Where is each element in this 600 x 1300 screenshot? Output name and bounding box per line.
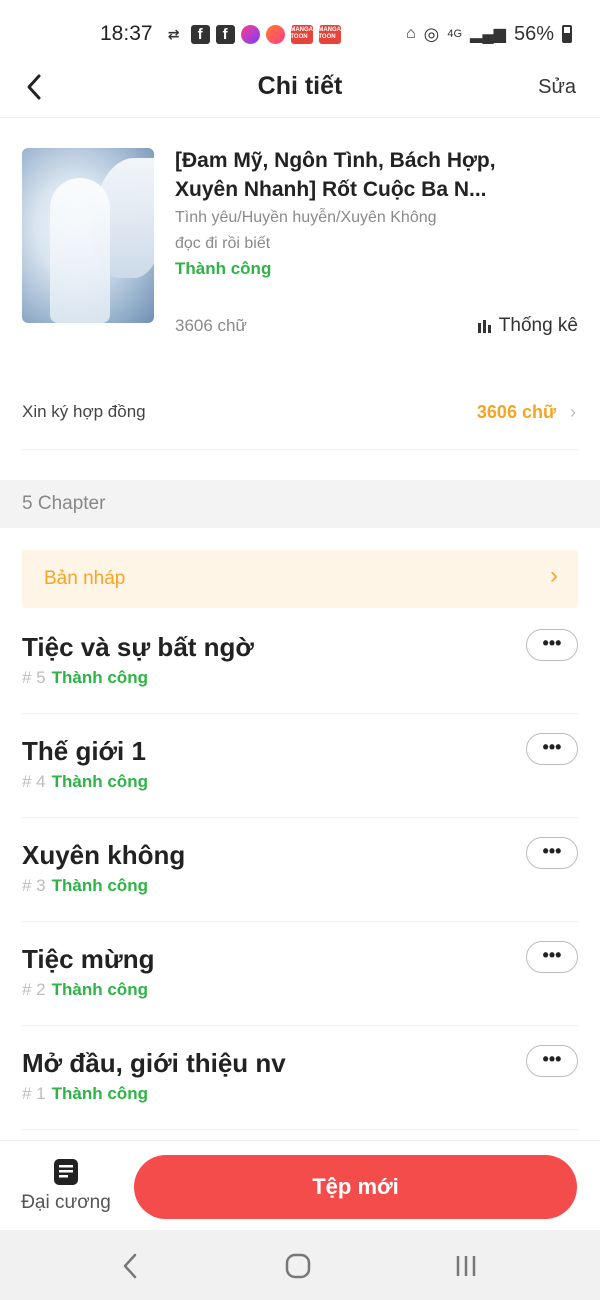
sync-icon: ⇄ bbox=[167, 25, 180, 42]
chapter-meta: # 2 Thành công bbox=[22, 980, 148, 1000]
chapter-status: Thành công bbox=[51, 772, 148, 791]
back-button[interactable] bbox=[20, 72, 50, 102]
more-options-button[interactable]: ••• bbox=[526, 1045, 578, 1077]
outline-label: Đại cương bbox=[21, 1192, 111, 1213]
draft-label: Bản nháp bbox=[44, 568, 126, 589]
nav-home-button[interactable] bbox=[268, 1250, 328, 1282]
nav-back-button[interactable] bbox=[100, 1250, 160, 1282]
chapter-title: Tiệc và sự bất ngờ bbox=[22, 632, 254, 662]
chapter-number: # 4 bbox=[22, 772, 46, 791]
chapter-title: Thế giới 1 bbox=[22, 736, 146, 766]
nav-back-icon bbox=[123, 1253, 137, 1279]
facebook-icon-2: f bbox=[215, 24, 235, 44]
app-icon-2 bbox=[265, 24, 285, 44]
battery-percent: 56% bbox=[513, 22, 554, 45]
book-description: đọc đi rồi biết bbox=[175, 235, 271, 252]
book-word-count: 3606 chữ bbox=[175, 316, 247, 335]
chapter-meta: # 4 Thành công bbox=[22, 772, 148, 792]
chapter-number: # 5 bbox=[22, 668, 46, 687]
system-nav-bar bbox=[0, 1230, 600, 1300]
more-options-button[interactable]: ••• bbox=[526, 837, 578, 869]
chapter-status: Thành công bbox=[51, 1084, 148, 1103]
mangatoon-icon-2: MANGA TOON bbox=[318, 24, 341, 44]
more-options-button[interactable]: ••• bbox=[526, 941, 578, 973]
facebook-icon: f bbox=[190, 24, 210, 44]
edit-button[interactable]: Sửa bbox=[538, 76, 576, 99]
network-label: 4G bbox=[447, 28, 463, 40]
header: Chi tiết Sửa bbox=[0, 68, 600, 118]
contract-label: Xin ký hợp đồng bbox=[22, 402, 146, 421]
bar-chart-icon bbox=[477, 319, 491, 333]
chapter-meta: # 1 Thành công bbox=[22, 1084, 148, 1104]
status-time: 18:37 bbox=[100, 22, 153, 45]
nav-recents-icon bbox=[456, 1256, 476, 1276]
mangatoon-icon: MANGA TOON bbox=[290, 24, 313, 44]
chapter-number: # 2 bbox=[22, 980, 46, 999]
chapter-item[interactable]: Thế giới 1 # 4 Thành công ••• bbox=[22, 714, 578, 818]
chapter-status: Thành công bbox=[51, 876, 148, 895]
more-options-button[interactable]: ••• bbox=[526, 733, 578, 765]
book-details: [Đam Mỹ, Ngôn Tình, Bách Hợp, Xuyên Nhan… bbox=[175, 146, 578, 279]
signal-icon: ▂▄▆ bbox=[470, 26, 506, 43]
nav-home-icon bbox=[285, 1253, 311, 1279]
chapter-title: Mở đầu, giới thiệu nv bbox=[22, 1048, 286, 1078]
outline-button[interactable]: Đại cương bbox=[20, 1155, 112, 1214]
nav-recents-button[interactable] bbox=[436, 1250, 496, 1282]
chapter-status: Thành công bbox=[51, 668, 148, 687]
stats-button[interactable]: Thống kê bbox=[477, 315, 578, 337]
cover-figure-art bbox=[50, 178, 110, 323]
chapter-count: 5 Chapter bbox=[22, 493, 106, 514]
chapter-title: Tiệc mừng bbox=[22, 944, 155, 974]
bottom-action-bar: Đại cương Tệp mới bbox=[0, 1140, 600, 1230]
chapter-status: Thành công bbox=[51, 980, 148, 999]
app-icon bbox=[240, 24, 260, 44]
stats-label: Thống kê bbox=[498, 315, 578, 336]
book-genre: Tình yêu/Huyền huyễn/Xuyên Không bbox=[175, 209, 437, 226]
chapter-section-header: 5 Chapter bbox=[0, 480, 600, 528]
document-icon bbox=[54, 1159, 78, 1185]
more-options-button[interactable]: ••• bbox=[526, 629, 578, 661]
chapter-meta: # 5 Thành công bbox=[22, 668, 148, 688]
book-info: [Đam Mỹ, Ngôn Tình, Bách Hợp, Xuyên Nhan… bbox=[22, 146, 578, 336]
chapter-item[interactable]: Tiệc và sự bất ngờ # 5 Thành công ••• bbox=[22, 610, 578, 714]
battery-icon bbox=[562, 25, 572, 43]
book-cover[interactable] bbox=[22, 148, 154, 323]
chapter-item[interactable]: Xuyên không # 3 Thành công ••• bbox=[22, 818, 578, 922]
status-bar: 18:37 ⇄ f f MANGA TOON MANGA TOON ⌂ ◎ 4G… bbox=[0, 0, 600, 68]
battery-saver-icon: ⌂ bbox=[405, 25, 416, 42]
page-title: Chi tiết bbox=[257, 72, 343, 100]
chevron-left-icon bbox=[27, 74, 41, 100]
status-right: ⌂ ◎ 4G ▂▄▆ 56% bbox=[406, 23, 572, 46]
chapter-item[interactable]: Tiệc mừng # 2 Thành công ••• bbox=[22, 922, 578, 1026]
new-chapter-button[interactable]: Tệp mới bbox=[134, 1155, 577, 1219]
book-title: [Đam Mỹ, Ngôn Tình, Bách Hợp, Xuyên Nhan… bbox=[175, 149, 496, 201]
notification-icons: ⇄ f f MANGA TOON MANGA TOON bbox=[163, 24, 341, 44]
contract-value: 3606 chữ bbox=[476, 402, 556, 422]
chapter-list: Tiệc và sự bất ngờ # 5 Thành công ••• Thế… bbox=[22, 610, 578, 1130]
chevron-right-icon: › bbox=[570, 402, 576, 422]
chapter-number: # 3 bbox=[22, 876, 46, 895]
chapter-number: # 1 bbox=[22, 1084, 46, 1103]
chapter-item[interactable]: Mở đầu, giới thiệu nv # 1 Thành công ••• bbox=[22, 1026, 578, 1130]
chevron-right-icon: › bbox=[550, 562, 558, 589]
draft-row[interactable]: Bản nháp › bbox=[22, 550, 578, 608]
chapter-title: Xuyên không bbox=[22, 840, 186, 870]
contract-row[interactable]: Xin ký hợp đồng 3606 chữ › bbox=[22, 388, 578, 450]
hotspot-icon: ◎ bbox=[423, 23, 440, 44]
chapter-meta: # 3 Thành công bbox=[22, 876, 148, 896]
book-status: Thành công bbox=[175, 259, 272, 278]
